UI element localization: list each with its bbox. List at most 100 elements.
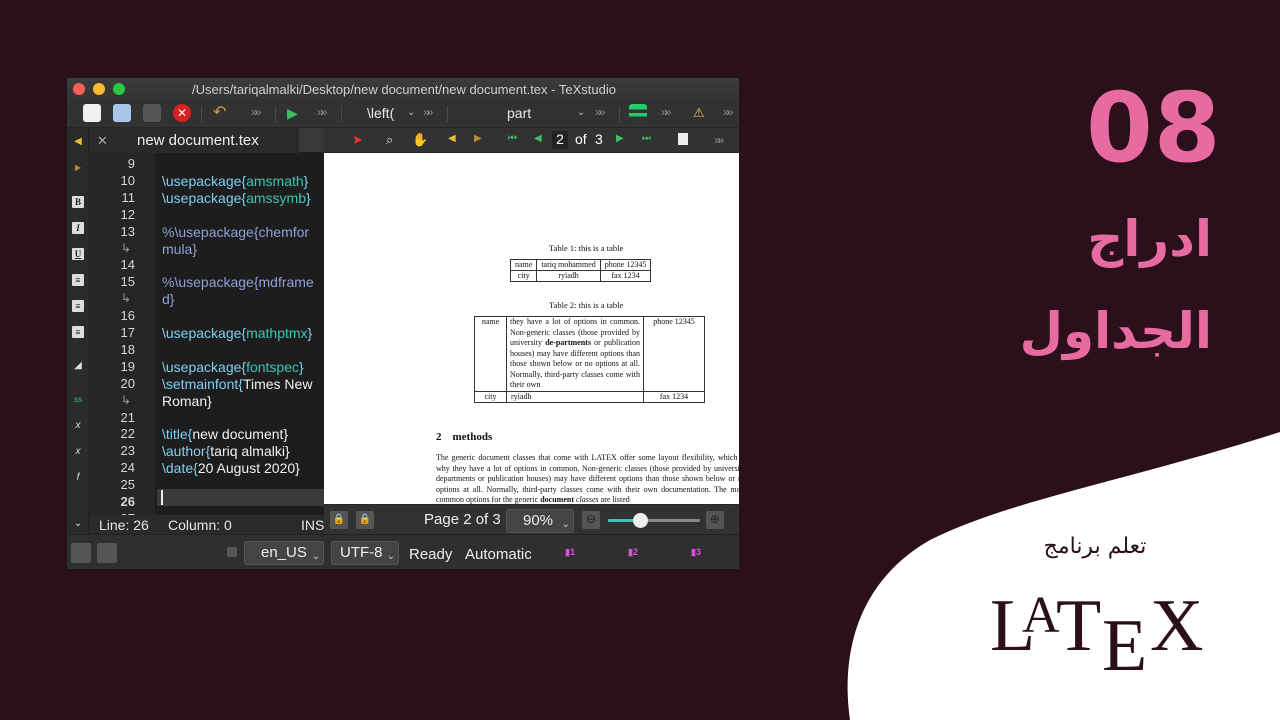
- wrap-indicator-icon: ↳: [121, 392, 132, 407]
- table1-caption: Table 1: this is a table: [549, 243, 624, 253]
- table-row: city ryiadh fax 1234: [509, 270, 652, 282]
- toolbar-more-icon[interactable]: »»: [661, 105, 672, 119]
- prev-page-icon[interactable]: ◀: [534, 133, 542, 144]
- toolbar-more-icon[interactable]: »»: [723, 105, 734, 119]
- code-line: \author{tariq almalki}: [162, 443, 290, 460]
- title-bar: /Users/tariqalmalki/Desktop/new document…: [67, 78, 739, 100]
- toolbar-more-icon[interactable]: »»: [595, 105, 606, 119]
- code-editor[interactable]: 9 10 \usepackage{amsmath} 11 \usepackage{ams…: [89, 153, 324, 515]
- pdf-viewer[interactable]: Table 1: this is a table name tariq moham…: [324, 153, 739, 504]
- close-file-icon[interactable]: ✕: [173, 104, 191, 122]
- learn-program-label: تعلم برنامج: [1043, 534, 1147, 559]
- sync-icon[interactable]: ➤: [352, 132, 363, 148]
- pdf-bottom-bar: 🔒 🔒 Page 2 of 3 90% ⌄ ⊖ ⊕: [324, 504, 739, 534]
- align-right-icon[interactable]: ≡: [72, 326, 84, 338]
- first-page-icon[interactable]: ⏮: [508, 133, 517, 144]
- insert-mode: INS: [301, 517, 325, 533]
- save-icon[interactable]: [143, 104, 161, 122]
- code-line: mula}: [162, 240, 198, 257]
- slope-icon[interactable]: ◢: [72, 360, 84, 372]
- current-line-highlight: [157, 489, 324, 506]
- math-x-icon[interactable]: x: [72, 420, 84, 432]
- tab-new-document[interactable]: ✕ new document.tex: [89, 128, 299, 153]
- lock-icon[interactable]: 🔒: [356, 511, 374, 529]
- left-delimiter-select[interactable]: \left(: [367, 105, 394, 121]
- search-icon[interactable]: ⌕: [386, 132, 393, 148]
- toolbar-more-icon[interactable]: »»: [423, 105, 434, 119]
- bold-icon[interactable]: B: [72, 196, 84, 208]
- code-line: %\usepackage{mdframe: [162, 274, 314, 291]
- table-row: name tariq mohammed phone 12345: [509, 259, 652, 271]
- editor-tab-bar: ✕ new document.tex: [89, 128, 324, 153]
- section-heading: 2 methods: [436, 431, 493, 443]
- minimize-window-button[interactable]: [93, 83, 105, 95]
- texstudio-window: /Users/tariqalmalki/Desktop/new document…: [66, 77, 740, 570]
- build-view-icon[interactable]: ▶: [287, 104, 305, 122]
- zoom-select[interactable]: 90% ⌄: [506, 509, 574, 533]
- table2-caption: Table 2: this is a table: [549, 300, 624, 310]
- bookmark-1-icon[interactable]: ▮1: [565, 547, 575, 558]
- line-number: 18: [120, 341, 135, 357]
- back-icon[interactable]: ◀: [448, 133, 456, 144]
- math-x2-icon[interactable]: x: [72, 446, 84, 458]
- toolbar-more-icon[interactable]: »»: [317, 105, 328, 119]
- toggle-sidebar-icon[interactable]: [71, 543, 91, 563]
- status-bar: en_US ⌄ UTF-8 ⌄ Ready Automatic ▮1 ▮2 ▮3: [67, 534, 739, 569]
- toggle-messages-icon[interactable]: [97, 543, 117, 563]
- column-status: Column: 0: [168, 517, 232, 533]
- fraction-icon[interactable]: f: [72, 472, 84, 484]
- zoom-slider-knob[interactable]: [633, 513, 649, 528]
- page-number-input[interactable]: 2: [552, 131, 568, 149]
- undo-icon[interactable]: ↶: [213, 104, 231, 122]
- close-window-button[interactable]: [73, 83, 85, 95]
- table-2: name they have a lot of options in commo…: [474, 316, 705, 403]
- tab-label: new document.tex: [137, 132, 259, 149]
- arrow-left-icon[interactable]: ◀: [72, 136, 84, 148]
- lock-icon[interactable]: 🔒: [330, 511, 348, 529]
- close-tab-icon[interactable]: ✕: [97, 128, 108, 153]
- window-title: /Users/tariqalmalki/Desktop/new document…: [192, 81, 616, 97]
- line-number: 14: [120, 257, 135, 273]
- align-left-icon[interactable]: ≡: [72, 274, 84, 286]
- language-select[interactable]: en_US ⌄: [244, 541, 324, 565]
- zoom-window-button[interactable]: [113, 83, 125, 95]
- chevron-down-icon: ⌄: [386, 551, 395, 562]
- forward-icon[interactable]: ▶: [474, 133, 482, 144]
- new-file-icon[interactable]: [83, 104, 101, 122]
- structure-select[interactable]: part: [507, 105, 531, 121]
- italic-icon[interactable]: I: [72, 222, 84, 234]
- zoom-out-icon[interactable]: ⊖: [582, 511, 600, 529]
- toolbar-more-icon[interactable]: »»: [714, 133, 725, 147]
- code-line: \usepackage{amssymb}: [162, 189, 311, 206]
- line-number: 13: [120, 223, 135, 239]
- chevron-down-icon: ⌄: [407, 107, 416, 118]
- line-number: 9: [127, 156, 135, 171]
- language-tool-icon: [227, 547, 237, 557]
- page-label: Page 2 of 3: [424, 511, 501, 528]
- table-icon[interactable]: [629, 104, 647, 122]
- next-page-icon[interactable]: ▶: [616, 133, 624, 144]
- zoom-in-icon[interactable]: ⊕: [706, 511, 724, 529]
- editor-status: Line: 26 Column: 0 INS: [89, 515, 324, 534]
- math-icon[interactable]: ⚠: [693, 104, 711, 122]
- table-row: city ryiadh fax 1234: [474, 390, 705, 403]
- bookmark-2-icon[interactable]: ▮2: [628, 547, 638, 558]
- encoding-select[interactable]: UTF-8 ⌄: [331, 541, 399, 565]
- chevron-down-icon: ⌄: [561, 519, 570, 530]
- document-icon[interactable]: [678, 133, 688, 145]
- subscript-icon[interactable]: ss: [72, 394, 84, 406]
- toolbar-more-icon[interactable]: »»: [251, 105, 262, 119]
- expand-icon[interactable]: ⌄: [72, 518, 84, 530]
- arrow-right-icon[interactable]: ▶: [72, 162, 84, 174]
- hand-icon[interactable]: ✋: [412, 132, 428, 148]
- table-1: name tariq mohammed phone 12345 city ryiadh…: [509, 259, 652, 282]
- print-icon[interactable]: [113, 104, 131, 122]
- last-page-icon[interactable]: ⏭: [642, 133, 651, 144]
- code-line: Roman}: [162, 392, 212, 409]
- zoom-slider[interactable]: [608, 513, 700, 528]
- line-number: 24: [120, 460, 135, 476]
- code-line: \setmainfont{Times New: [162, 375, 313, 392]
- bookmark-3-icon[interactable]: ▮3: [691, 547, 701, 558]
- align-center-icon[interactable]: ≡: [72, 300, 84, 312]
- underline-icon[interactable]: U: [72, 248, 84, 260]
